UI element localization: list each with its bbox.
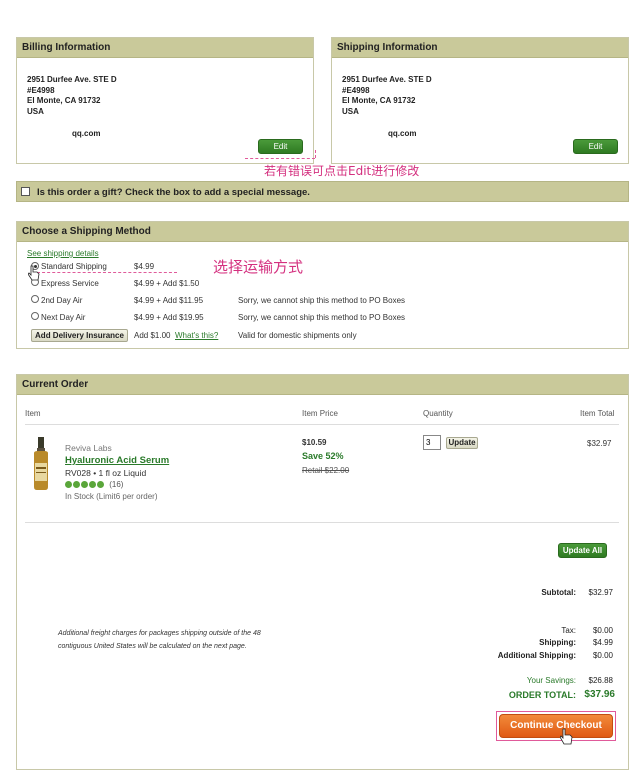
option-next-day-price: $4.99 + Add $19.95	[134, 313, 204, 322]
product-image	[34, 437, 48, 490]
shipping-method-title: Choose a Shipping Method	[17, 222, 628, 242]
insurance-note: Valid for domestic shipments only	[238, 331, 357, 340]
freight-note-2: contiguous United States will be calcula…	[58, 643, 247, 650]
edit-annotation-connector	[315, 150, 316, 158]
gift-label: Is this order a gift? Check the box to a…	[37, 187, 310, 198]
product-retail: Retail $22.00	[302, 466, 350, 475]
option-next-day-note: Sorry, we cannot ship this method to PO …	[238, 313, 406, 322]
option-2nd-day-name: 2nd Day Air	[41, 296, 83, 305]
shipping-annotation-line	[37, 272, 177, 273]
option-standard-price: $4.99	[134, 262, 155, 271]
pointer-cursor-icon	[560, 728, 573, 745]
radio-next-day-air[interactable]	[31, 312, 39, 320]
savings-value: $26.88	[588, 676, 613, 685]
rating-star-icon	[89, 481, 96, 489]
review-count: (16)	[109, 480, 124, 489]
rating-star-icon	[97, 481, 104, 489]
shipping-edit-button[interactable]: Edit	[573, 139, 618, 154]
quantity-input[interactable]	[423, 435, 441, 450]
option-next-day-name: Next Day Air	[41, 313, 86, 322]
order-total-label: ORDER TOTAL:	[508, 690, 576, 700]
shipping-annotation: 选择运输方式	[213, 258, 304, 276]
shipping-title: Shipping Information	[332, 38, 628, 58]
gift-bar: Is this order a gift? Check the box to a…	[16, 181, 629, 202]
update-all-button[interactable]: Update All	[558, 543, 607, 558]
shipping-address: 2951 Durfee Ave. STE D #E4998 El Monte, …	[342, 75, 432, 116]
column-quantity: Quantity	[423, 409, 453, 418]
insurance-price: Add $1.00	[134, 331, 171, 340]
option-express-name: Express Service	[41, 279, 99, 288]
option-2nd-day-price: $4.99 + Add $11.95	[134, 296, 204, 305]
shipping-label: Shipping:	[539, 638, 576, 647]
column-item: Item	[25, 409, 41, 418]
product-rating: (16)	[65, 480, 123, 489]
product-save: Save 52%	[302, 451, 344, 461]
tax-value: $0.00	[592, 626, 613, 635]
tax-label: Tax:	[561, 626, 576, 635]
current-order-title: Current Order	[17, 375, 628, 395]
order-total-value: $37.96	[584, 689, 615, 700]
additional-shipping-value: $0.00	[592, 651, 613, 660]
rating-star-icon	[81, 481, 88, 489]
rating-star-icon	[73, 481, 80, 489]
shipping-details-link[interactable]: See shipping details	[27, 249, 99, 258]
product-stock: In Stock (Limit6 per order)	[65, 492, 158, 501]
shipping-value: $4.99	[592, 638, 613, 647]
product-sku: RV028 • 1 fl oz Liquid	[65, 468, 147, 478]
freight-note-1: Additional freight charges for packages …	[58, 630, 261, 637]
gift-checkbox[interactable]	[21, 187, 30, 196]
update-button[interactable]: Update	[446, 437, 478, 449]
product-price: $10.59	[302, 438, 327, 447]
additional-shipping-label: Additional Shipping:	[497, 651, 576, 660]
column-item-total: Item Total	[580, 409, 615, 418]
whats-this-link[interactable]: What's this?	[175, 331, 218, 340]
edit-annotation: 若有错误可点击Edit进行修改	[264, 164, 420, 178]
shipping-email: qq.com	[388, 129, 417, 138]
product-brand: Reviva Labs	[65, 443, 112, 453]
header-divider	[25, 424, 619, 425]
product-name-link[interactable]: Hyaluronic Acid Serum	[65, 455, 169, 466]
subtotal-value: $32.97	[588, 588, 613, 597]
radio-2nd-day-air[interactable]	[31, 295, 39, 303]
add-delivery-insurance-button[interactable]: Add Delivery Insurance	[31, 329, 128, 342]
subtotal-label: Subtotal:	[541, 588, 576, 597]
rating-star-icon	[65, 481, 72, 489]
option-standard-name: Standard Shipping	[41, 262, 107, 271]
edit-annotation-line	[245, 158, 315, 159]
pointer-cursor-icon	[28, 265, 40, 281]
continue-checkout-button[interactable]: Continue Checkout	[499, 714, 613, 738]
option-express-price: $4.99 + Add $1.50	[134, 279, 200, 288]
billing-edit-button[interactable]: Edit	[258, 139, 303, 154]
column-item-price: Item Price	[302, 409, 339, 418]
product-total: $32.97	[587, 439, 612, 448]
option-2nd-day-note: Sorry, we cannot ship this method to PO …	[238, 296, 406, 305]
billing-email: qq.com	[72, 129, 101, 138]
billing-address: 2951 Durfee Ave. STE D #E4998 El Monte, …	[27, 75, 117, 116]
product-divider	[25, 522, 619, 523]
billing-title: Billing Information	[17, 38, 313, 58]
savings-label: Your Savings:	[526, 676, 576, 685]
